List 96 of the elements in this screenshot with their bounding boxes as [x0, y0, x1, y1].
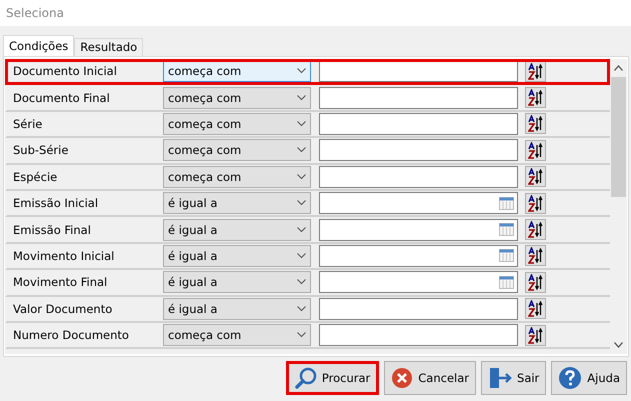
- field-label: Espécie: [12, 170, 58, 184]
- value-field[interactable]: [319, 298, 518, 320]
- cancel-button[interactable]: Cancelar: [384, 361, 476, 395]
- tab[interactable]: Condições: [3, 35, 74, 56]
- field-label: Movimento Inicial: [12, 248, 116, 263]
- value-field[interactable]: [319, 192, 518, 214]
- field-label: Numero Documento: [12, 328, 130, 342]
- chevron-down-icon: [297, 68, 306, 74]
- sort-icon: [528, 247, 543, 264]
- value-field[interactable]: [319, 218, 518, 241]
- sort-icon: [528, 274, 543, 291]
- condition-row[interactable]: Espécie começa com: [5, 164, 610, 191]
- sort-button[interactable]: [525, 298, 546, 320]
- field-label: Emissão Inicial: [12, 196, 100, 210]
- operator-dropdown[interactable]: começa com: [163, 166, 311, 188]
- operator-dropdown[interactable]: começa com: [163, 60, 311, 82]
- chevron-down-icon: [297, 226, 306, 233]
- condition-row[interactable]: Série começa com: [5, 112, 610, 138]
- sort-button[interactable]: [525, 245, 546, 266]
- chevron-down-icon: [297, 120, 306, 127]
- condition-row[interactable]: Movimento Inicial é igual a: [5, 244, 610, 270]
- sort-icon: [528, 89, 543, 106]
- sort-icon: [528, 168, 543, 186]
- condition-row[interactable]: Numero Documento começa com: [5, 322, 610, 350]
- calendar-icon[interactable]: [499, 276, 514, 289]
- tab[interactable]: Resultado: [74, 38, 144, 56]
- sort-button[interactable]: [525, 192, 546, 214]
- sort-button[interactable]: [525, 140, 546, 161]
- sort-icon: [528, 326, 543, 344]
- exit-button[interactable]: Sair: [481, 361, 546, 395]
- chevron-down-icon: [297, 174, 306, 180]
- sort-icon: [528, 142, 543, 159]
- help-icon: [558, 366, 582, 390]
- help-button[interactable]: Ajuda: [551, 361, 627, 395]
- sort-button[interactable]: [525, 324, 546, 346]
- operator-dropdown[interactable]: começa com: [163, 112, 311, 135]
- operator-dropdown[interactable]: começa com: [163, 86, 311, 109]
- field-label: Movimento Final: [12, 275, 108, 290]
- value-field[interactable]: [319, 244, 518, 267]
- condition-row[interactable]: Movimento Final é igual a: [5, 270, 610, 297]
- sort-icon: [528, 62, 543, 80]
- condition-row[interactable]: Emissão Inicial é igual a: [5, 190, 610, 218]
- operator-dropdown[interactable]: começa com: [163, 139, 311, 162]
- value-field[interactable]: [319, 271, 518, 294]
- chevron-down-icon: [297, 252, 306, 259]
- condition-row[interactable]: Sub-Série começa com: [5, 138, 610, 165]
- chevron-down-icon: [297, 279, 306, 286]
- value-field[interactable]: [319, 139, 518, 162]
- sort-button[interactable]: [525, 60, 546, 82]
- sort-button[interactable]: [525, 219, 546, 240]
- search-button[interactable]: Procurar: [286, 361, 380, 395]
- value-field[interactable]: [319, 324, 518, 346]
- sort-button[interactable]: [525, 166, 546, 188]
- condition-row[interactable]: Documento Inicial começa com: [5, 59, 610, 86]
- calendar-icon[interactable]: [499, 196, 514, 210]
- cancel-icon: [391, 367, 414, 389]
- chevron-down-icon: [297, 94, 306, 101]
- sort-button[interactable]: [525, 87, 546, 108]
- scroll-up-icon[interactable]: [614, 65, 623, 71]
- value-field[interactable]: [319, 112, 518, 135]
- field-label: Documento Inicial: [12, 64, 118, 78]
- condition-row[interactable]: Valor Documento é igual a: [5, 296, 610, 323]
- chevron-down-icon: [297, 306, 306, 312]
- operator-dropdown[interactable]: é igual a: [163, 298, 311, 320]
- condition-row[interactable]: Emissão Final é igual a: [5, 217, 610, 244]
- operator-dropdown[interactable]: é igual a: [163, 218, 311, 241]
- value-field[interactable]: [319, 60, 518, 82]
- scroll-thumb[interactable]: [611, 77, 626, 197]
- sort-icon: [528, 221, 543, 238]
- calendar-icon[interactable]: [499, 223, 514, 236]
- sort-icon: [528, 115, 543, 132]
- field-label: Valor Documento: [12, 302, 114, 316]
- sort-icon: [528, 300, 543, 318]
- calendar-icon[interactable]: [499, 249, 514, 262]
- chevron-down-icon: [297, 200, 306, 206]
- operator-dropdown[interactable]: começa com: [163, 324, 311, 346]
- condition-row[interactable]: Documento Final começa com: [5, 85, 610, 112]
- chevron-down-icon: [297, 147, 306, 154]
- field-label: Série: [12, 116, 44, 131]
- sort-button[interactable]: [525, 113, 546, 134]
- operator-dropdown[interactable]: é igual a: [163, 192, 311, 214]
- operator-dropdown[interactable]: é igual a: [163, 271, 311, 294]
- field-label: Sub-Série: [12, 143, 70, 158]
- value-field[interactable]: [319, 86, 518, 109]
- sort-button[interactable]: [525, 272, 546, 293]
- scroll-down-icon[interactable]: [614, 342, 623, 348]
- door-exit-icon: [488, 367, 512, 389]
- field-label: Emissão Final: [12, 222, 92, 237]
- search-icon: [294, 367, 317, 389]
- chevron-down-icon: [297, 332, 306, 338]
- sort-icon: [528, 194, 543, 212]
- scrollbar[interactable]: [610, 59, 627, 354]
- field-label: Documento Final: [12, 90, 111, 105]
- window-title: Seleciona: [6, 6, 64, 20]
- operator-dropdown[interactable]: é igual a: [163, 244, 311, 267]
- value-field[interactable]: [319, 166, 518, 188]
